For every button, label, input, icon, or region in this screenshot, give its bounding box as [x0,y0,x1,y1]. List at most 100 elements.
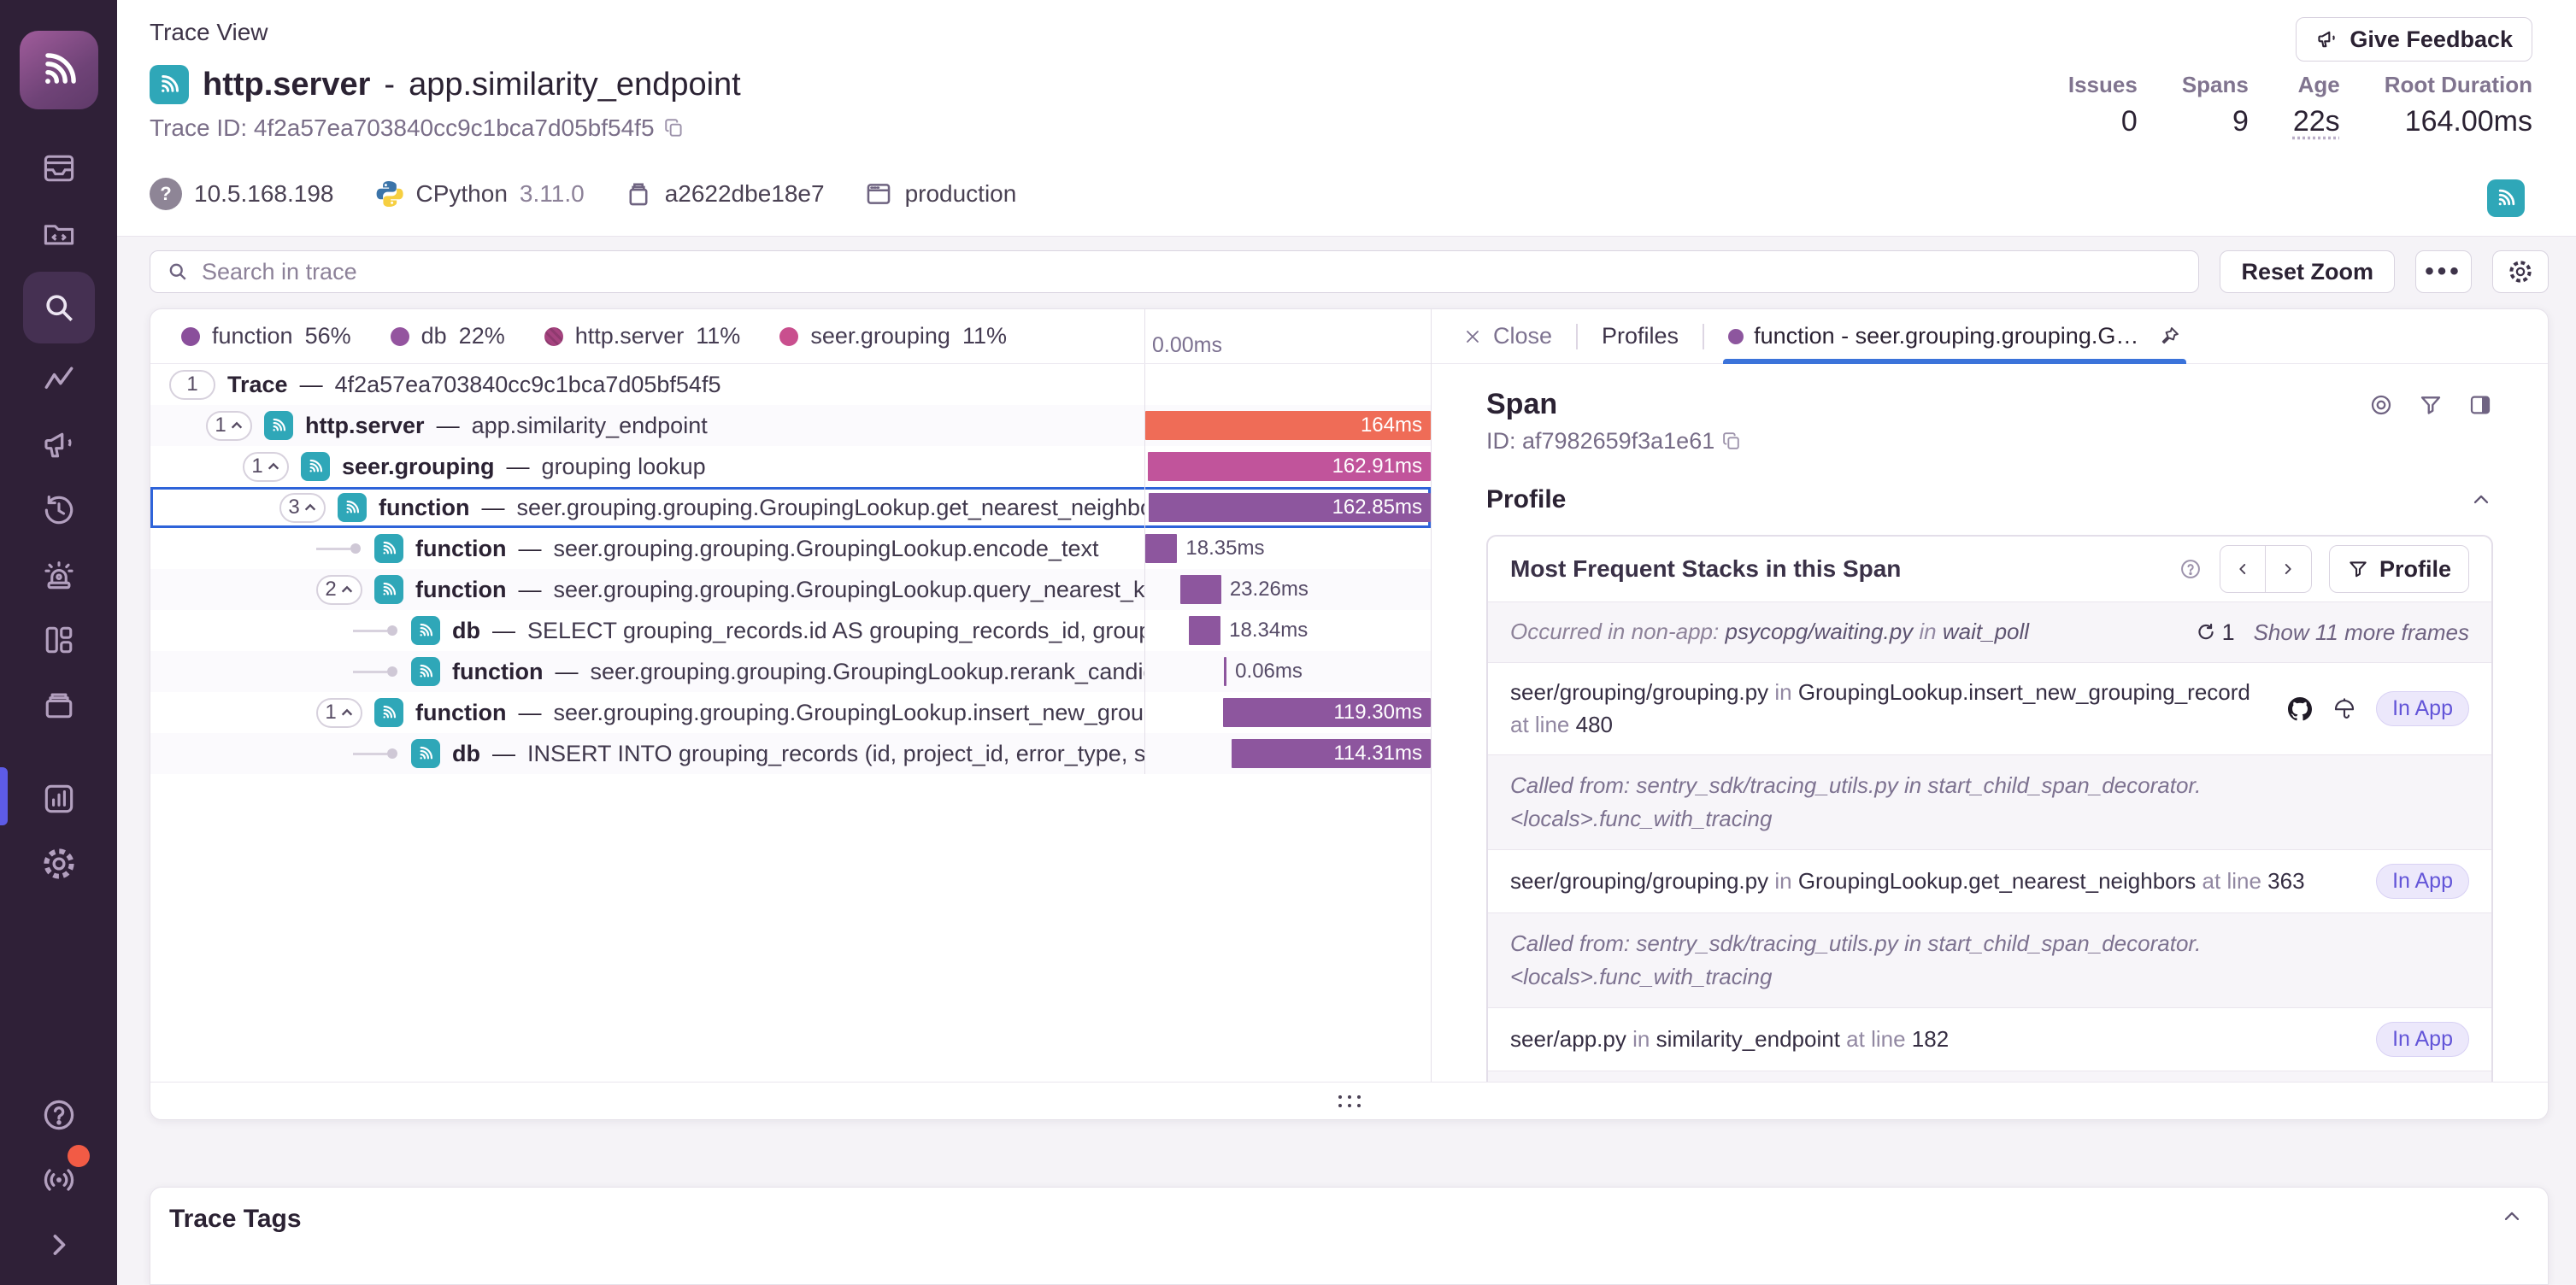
sidebar-item-alerts[interactable] [23,547,95,603]
close-tab[interactable]: Close [1457,309,1557,363]
duration-bar[interactable]: 162.85ms [1149,493,1431,522]
more-options-button[interactable]: ••• [2415,250,2472,293]
collapse-section-button[interactable] [2469,488,2493,512]
sidebar-item-feedback[interactable] [23,417,95,473]
span-op: function [415,577,506,603]
child-count-pill[interactable]: 2 [316,575,362,605]
tree-row-db-insert[interactable]: db — INSERT INTO grouping_records (id, p… [150,733,1431,774]
copy-icon[interactable] [1721,431,1743,452]
search-input[interactable] [202,259,2183,285]
copy-icon[interactable] [663,117,685,139]
duration-cell[interactable]: 162.91ms [1144,446,1431,487]
collapse-section-button[interactable] [2500,1205,2524,1229]
show-more-frames-link[interactable]: Show 11 more frames [2254,619,2469,646]
sidebar-collapse-toggle[interactable] [23,1217,95,1273]
duration-cell[interactable]: 23.26ms [1144,569,1431,610]
sidebar-item-metrics[interactable] [23,352,95,408]
profile-section-header[interactable]: Profile [1486,485,2493,514]
tab-profiles[interactable]: Profiles [1597,309,1684,363]
duration-bar[interactable]: 18.35ms [1145,534,1177,563]
duration-bar[interactable]: 119.30ms [1223,698,1431,727]
tree-row-trace[interactable]: 1 Trace — 4f2a57ea703840cc9c1bca7d05bf54… [150,364,1431,405]
resize-drag-handle[interactable] [1338,1095,1361,1107]
child-count-pill[interactable]: 1 [243,452,289,482]
frame-function: GroupingLookup.get_nearest_neighbors [1798,868,2196,894]
sidebar-item-explore[interactable] [23,205,95,261]
sidebar-item-issues[interactable] [23,140,95,197]
child-count-pill[interactable]: 3 [279,493,326,523]
stack-frame-row[interactable]: seer/grouping/grouping.py in GroupingLoo… [1488,662,2491,754]
duration-bar[interactable]: 23.26ms [1180,575,1220,604]
sidebar-item-stats[interactable] [23,771,95,827]
child-count-pill[interactable]: 1 [316,698,362,728]
github-icon[interactable] [2287,696,2313,722]
help-circle-icon[interactable] [2179,557,2203,581]
filter-icon[interactable] [2418,392,2444,418]
legend-item-function[interactable]: function 56% [181,323,351,349]
reset-zoom-button[interactable]: Reset Zoom [2220,250,2395,293]
layout-columns-icon[interactable] [2467,392,2493,418]
child-count-pill[interactable]: 1 [206,411,252,441]
sentry-logo-icon [36,47,82,93]
chevron-right-icon [40,1226,78,1264]
focus-span-icon[interactable] [2368,392,2394,418]
stat-value[interactable]: 22s [2293,105,2340,138]
stack-frame-row[interactable]: seer/grouping/grouping.py in GroupingLoo… [1488,849,2491,912]
duration-cell[interactable] [1144,364,1431,405]
trace-settings-button[interactable] [2492,250,2549,293]
tree-row-encode-text[interactable]: function — seer.grouping.grouping.Groupi… [150,528,1431,569]
in-app-badge[interactable]: In App [2376,1022,2469,1057]
tree-row-http-server[interactable]: 1 http.server — app.similarity_endpoint … [150,405,1431,446]
duration-bar[interactable]: 162.91ms [1148,452,1431,481]
duration-bar[interactable]: 0.06ms [1224,657,1226,686]
duration-bar[interactable]: 164ms [1145,411,1431,440]
timeline-header[interactable]: 0.00ms [1144,309,1431,363]
duration-cell[interactable]: 18.34ms [1144,610,1431,651]
tab-span-function[interactable]: function - seer.grouping.grouping.G… [1723,309,2186,363]
duration-cell[interactable]: 162.85ms [1144,487,1431,528]
stack-frame-row[interactable]: seer/app.py in similarity_endpoint at li… [1488,1007,2491,1071]
prev-stack-button[interactable] [2220,545,2266,593]
umbrella-icon[interactable] [2332,696,2357,722]
tree-row-get-nearest-neighbors-selected[interactable]: 3 function — seer.grouping.grouping.Grou… [150,487,1431,528]
frame-line-number: 480 [1576,712,1613,737]
duration-cell[interactable]: 119.30ms [1144,692,1431,733]
tree-row-db-select[interactable]: db — SELECT grouping_records.id AS group… [150,610,1431,651]
tree-row-query-nearest-k-neighbors[interactable]: 2 function — seer.grouping.grouping.Grou… [150,569,1431,610]
duration-label: 18.34ms [1229,619,1308,642]
in-app-badge[interactable]: In App [2376,864,2469,899]
frame-function: similarity_endpoint [1656,1026,1840,1052]
legend-pct: 22% [459,323,505,349]
next-stack-button[interactable] [2266,545,2312,593]
sentry-logo[interactable] [20,31,98,109]
duration-bar[interactable]: 114.31ms [1232,739,1431,768]
project-badge[interactable] [2487,179,2525,217]
legend-item-http-server[interactable]: http.server 11% [544,323,741,349]
legend-item-seer-grouping[interactable]: seer.grouping 11% [779,323,1007,349]
sidebar-item-search[interactable] [23,272,95,343]
stack-frame-row[interactable]: seer/json_api.py in json_api.<locals>.de… [1488,1071,2491,1082]
most-frequent-stacks-card: Most Frequent Stacks in this Span [1486,535,2493,1082]
tree-row-rerank-candidates[interactable]: function — seer.grouping.grouping.Groupi… [150,651,1431,692]
tree-row-insert-new-grouping-record[interactable]: 1 function — seer.grouping.grouping.Grou… [150,692,1431,733]
sidebar-item-releases[interactable] [23,677,95,733]
tree-row-seer-grouping[interactable]: 1 seer.grouping — grouping lookup 162.91… [150,446,1431,487]
sidebar-item-settings[interactable] [23,836,95,892]
give-feedback-button[interactable]: Give Feedback [2296,17,2532,62]
span-op: db [452,741,480,767]
sidebar-item-whats-new[interactable] [23,1152,95,1208]
in-app-badge[interactable]: In App [2376,691,2469,726]
legend-item-db[interactable]: db 22% [391,323,505,349]
duration-cell[interactable]: 18.35ms [1144,528,1431,569]
sidebar-item-help[interactable] [23,1087,95,1143]
duration-cell[interactable]: 164ms [1144,405,1431,446]
sidebar-item-dashboards[interactable] [23,612,95,668]
pin-tab-button[interactable] [2157,325,2181,349]
sidebar-item-replays[interactable] [23,482,95,538]
child-count-pill[interactable]: 1 [169,370,215,400]
search-box[interactable] [150,250,2199,293]
duration-cell[interactable]: 0.06ms [1144,651,1431,692]
open-profile-button[interactable]: Profile [2329,545,2469,593]
duration-cell[interactable]: 114.31ms [1144,733,1431,774]
duration-bar[interactable]: 18.34ms [1189,616,1220,645]
